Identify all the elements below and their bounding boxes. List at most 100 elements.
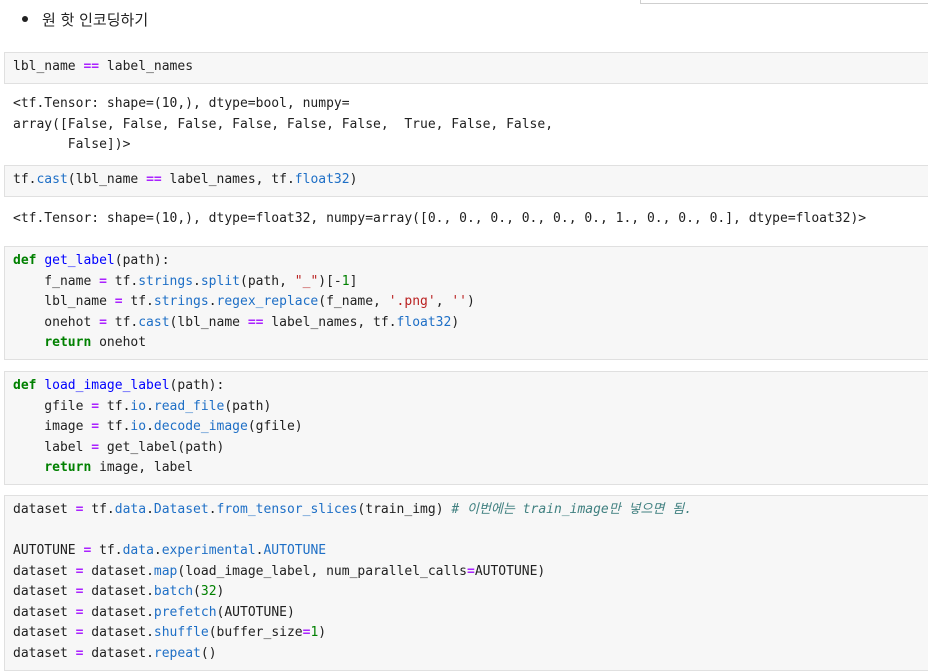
code-token: dataset [13, 604, 76, 620]
code-token: ] [349, 273, 358, 289]
markdown-bullet: 원 핫 인코딩하기 [22, 8, 148, 30]
code-attribute: strings [153, 294, 209, 309]
code-token: label_names, tf. [161, 172, 295, 187]
code-string: "_" [294, 273, 319, 289]
code-token: tf. [106, 314, 139, 330]
code-cell[interactable]: tf.cast(lbl_name == label_names, tf.floa… [4, 165, 928, 197]
scrolled-cell-edge [640, 0, 928, 4]
code-token: onehot [13, 314, 100, 330]
code-token: tf. [91, 543, 123, 558]
code-token: . [146, 398, 154, 414]
code-text[interactable]: def load_image_label(path): gfile = tf.i… [5, 372, 928, 483]
output-text: <tf.Tensor: shape=(10,), dtype=float32, … [13, 209, 866, 230]
code-token: ) [451, 314, 460, 330]
code-token: (gfile) [247, 419, 303, 434]
code-keyword: return [44, 460, 92, 475]
code-attribute: io [130, 398, 147, 414]
code-token: label_names [99, 59, 194, 74]
code-operator: = [91, 419, 100, 434]
output-cell: <tf.Tensor: shape=(10,), dtype=float32, … [13, 209, 866, 230]
code-token: ) [318, 625, 327, 640]
code-token: onehot [91, 335, 147, 350]
code-token: image [13, 419, 92, 434]
code-token: label [13, 439, 92, 455]
code-attribute: regex_replace [216, 294, 319, 309]
code-token: lbl_name [13, 59, 84, 74]
code-attribute: repeat [153, 645, 201, 661]
code-token: . [146, 419, 154, 434]
code-token: f_name [13, 273, 100, 289]
code-token: . [146, 502, 154, 517]
code-attribute: cast [138, 314, 170, 330]
code-token: tf. [122, 294, 154, 309]
code-attribute: decode_image [153, 419, 248, 434]
code-attribute: map [153, 563, 178, 579]
code-token: (train_img) [357, 502, 452, 517]
code-token: ) [467, 294, 475, 309]
code-token: gfile [13, 398, 92, 414]
code-text[interactable]: tf.cast(lbl_name == label_names, tf.floa… [5, 166, 928, 195]
code-token: dataset [13, 563, 76, 579]
code-token: (buffer_size [208, 625, 303, 640]
code-attribute: shuffle [153, 625, 209, 640]
code-token: (path): [169, 378, 225, 393]
code-token: . [193, 273, 201, 289]
code-string: '.png' [388, 294, 436, 309]
code-token: . [208, 294, 217, 309]
code-attribute: float32 [396, 314, 452, 330]
output-line: array([False, False, False, False, False… [13, 116, 554, 132]
code-token: (load_image_label, num_parallel_calls [177, 563, 467, 579]
code-cell[interactable]: dataset = tf.data.Dataset.from_tensor_sl… [4, 495, 928, 671]
code-token: get_label(path) [99, 439, 225, 455]
code-token: . [153, 543, 162, 558]
code-function-name: load_image_label [44, 378, 170, 393]
code-operator: = [114, 294, 123, 309]
code-cell[interactable]: def load_image_label(path): gfile = tf.i… [4, 371, 928, 485]
code-operator: == [247, 314, 264, 330]
code-attribute: cast [36, 172, 68, 187]
code-token: ) [349, 172, 358, 187]
code-token: dataset. [83, 604, 154, 620]
code-token: (lbl_name [67, 172, 147, 187]
output-text: <tf.Tensor: shape=(10,), dtype=bool, num… [13, 94, 553, 156]
code-operator: == [83, 59, 100, 74]
code-keyword: def [13, 378, 37, 393]
code-text[interactable]: lbl_name == label_names [5, 53, 928, 82]
code-token: dataset [13, 584, 76, 599]
code-cell[interactable]: def get_label(path): f_name = tf.strings… [4, 246, 928, 360]
code-token: AUTOTUNE) [474, 563, 546, 579]
code-number: 32 [200, 584, 217, 599]
output-cell: <tf.Tensor: shape=(10,), dtype=bool, num… [13, 94, 553, 156]
code-text[interactable]: def get_label(path): f_name = tf.strings… [5, 247, 928, 358]
code-token: dataset. [83, 625, 154, 640]
code-token: tf. [106, 273, 139, 289]
code-token: dataset [13, 625, 76, 640]
code-string: '' [451, 294, 467, 309]
code-token: tf. [13, 172, 37, 187]
code-text[interactable]: dataset = tf.data.Dataset.from_tensor_sl… [5, 496, 928, 668]
code-token: (f_name, [318, 294, 389, 309]
code-token: dataset [13, 502, 76, 517]
code-cell[interactable]: lbl_name == label_names [4, 52, 928, 84]
code-comment: # 이번에는 train_image만 넣으면 됨. [451, 502, 693, 517]
code-attribute: io [130, 419, 147, 434]
code-operator: = [91, 439, 100, 455]
code-function-name: get_label [44, 253, 115, 268]
bullet-dot-icon [22, 16, 28, 22]
code-token: dataset. [83, 645, 154, 661]
code-token: (path, [240, 273, 295, 289]
code-operator: = [99, 314, 107, 330]
code-attribute: read_file [153, 398, 225, 414]
code-operator: = [99, 273, 107, 289]
code-token: image, label [91, 460, 194, 475]
code-attribute: float32 [294, 172, 350, 187]
code-keyword: def [13, 253, 37, 268]
code-token: dataset. [83, 563, 154, 579]
code-token: )[- [318, 273, 342, 289]
code-token: () [200, 645, 217, 661]
output-line: <tf.Tensor: shape=(10,), dtype=float32, … [13, 211, 867, 226]
code-operator: == [146, 172, 162, 187]
code-attribute: data [122, 543, 154, 558]
code-attribute: split [200, 273, 240, 289]
